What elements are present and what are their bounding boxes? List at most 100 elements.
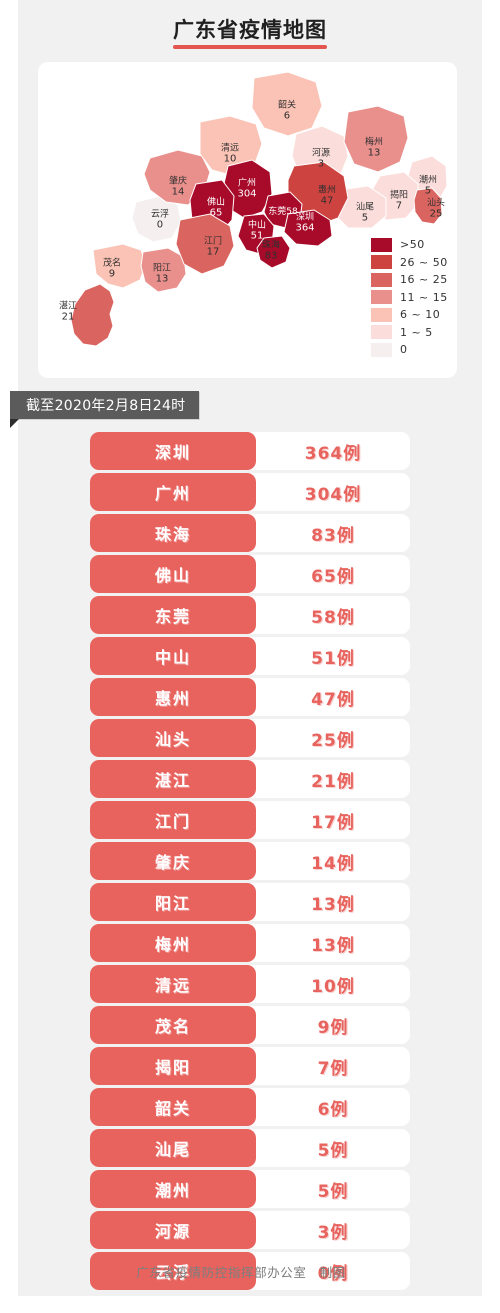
table-row-city: 清远 [90,965,256,1003]
table-row-city: 珠海 [90,514,256,552]
case-count: 13例 [311,894,355,915]
title-underline [173,45,327,49]
city-name: 广州 [154,484,191,503]
table-row[interactable]: 茂名 9例 [90,1006,410,1044]
legend-swatch [371,237,392,252]
city-name: 深圳 [154,443,191,462]
case-count: 58例 [311,607,355,628]
table-row[interactable]: 惠州 47例 [90,678,410,716]
table-row-count: 5例 [256,1129,410,1167]
map-card: 韶关 6 清远 10 河源 3 梅州 13 肇庆 14 云浮 0 广州 304 … [38,62,457,378]
case-count: 14例 [311,853,355,874]
legend-item: 11 ~ 15 [371,289,457,307]
region-meizhou [343,105,409,173]
legend-label: 1 ~ 5 [400,325,433,339]
table-row-count: 13例 [256,883,410,921]
date-banner: 截至2020年2月8日24时 [10,391,200,419]
table-row[interactable]: 汕尾 5例 [90,1129,410,1167]
city-name: 惠州 [154,689,191,708]
legend-swatch [371,325,392,340]
table-row[interactable]: 韶关 6例 [90,1088,410,1126]
table-row[interactable]: 揭阳 7例 [90,1047,410,1085]
case-count: 51例 [311,648,355,669]
table-row[interactable]: 清远 10例 [90,965,410,1003]
table-row-count: 25例 [256,719,410,757]
table-row-count: 10例 [256,965,410,1003]
table-row-city: 肇庆 [90,842,256,880]
city-name: 茂名 [154,1017,191,1036]
city-name: 韶关 [154,1099,191,1118]
table-row-city: 佛山 [90,555,256,593]
table-row[interactable]: 江门 17例 [90,801,410,839]
table-row[interactable]: 肇庆 14例 [90,842,410,880]
table-row-count: 9例 [256,1006,410,1044]
table-row-city: 中山 [90,637,256,675]
table-row[interactable]: 佛山 65例 [90,555,410,593]
table-row[interactable]: 深圳 364例 [90,432,410,470]
table-row[interactable]: 汕头 25例 [90,719,410,757]
legend-label: 11 ~ 15 [400,290,448,304]
table-row-city: 东莞 [90,596,256,634]
legend-label: 26 ~ 50 [400,255,448,269]
legend-item: 0 [371,341,457,359]
table-row-count: 17例 [256,801,410,839]
table-row[interactable]: 阳江 13例 [90,883,410,921]
table-row-city: 江门 [90,801,256,839]
table-row-city: 惠州 [90,678,256,716]
case-count: 47例 [311,689,355,710]
table-row-city: 河源 [90,1211,256,1249]
table-row-count: 83例 [256,514,410,552]
table-row-count: 21例 [256,760,410,798]
footer: 广东省疫情防控指挥部办公室 制图 [18,1262,482,1282]
table-row[interactable]: 梅州 13例 [90,924,410,962]
table-row-count: 14例 [256,842,410,880]
table-row-count: 304例 [256,473,410,511]
table-row-city: 深圳 [90,432,256,470]
guangdong-map[interactable]: 韶关 6 清远 10 河源 3 梅州 13 肇庆 14 云浮 0 广州 304 … [38,62,457,378]
table-row[interactable]: 珠海 83例 [90,514,410,552]
city-name: 河源 [154,1222,191,1241]
city-name: 汕尾 [154,1140,191,1159]
legend-item: >50 [371,236,457,254]
case-count: 5例 [317,1140,349,1161]
region-zhanjiang [70,283,115,347]
case-count: 25例 [311,730,355,751]
legend-label: 16 ~ 25 [400,273,448,287]
legend-item: 26 ~ 50 [371,254,457,272]
table-row-city: 梅州 [90,924,256,962]
legend-item: 16 ~ 25 [371,271,457,289]
table-row-count: 58例 [256,596,410,634]
date-banner-text: 截至2020年2月8日24时 [26,398,186,414]
city-name: 江门 [154,812,191,831]
legend-item: 6 ~ 10 [371,306,457,324]
table-row[interactable]: 广州 304例 [90,473,410,511]
city-name: 湛江 [154,771,191,790]
table-row-city: 汕头 [90,719,256,757]
table-row[interactable]: 河源 3例 [90,1211,410,1249]
case-count: 7例 [317,1058,349,1079]
table-row-count: 13例 [256,924,410,962]
table-row[interactable]: 东莞 58例 [90,596,410,634]
table-row-count: 51例 [256,637,410,675]
table-row[interactable]: 湛江 21例 [90,760,410,798]
table-row-count: 47例 [256,678,410,716]
table-row-count: 7例 [256,1047,410,1085]
case-count: 5例 [317,1181,349,1202]
case-count: 3例 [317,1222,349,1243]
city-name: 揭阳 [154,1058,191,1077]
page-title-text: 广东省疫情地图 [173,18,327,42]
table-row-city: 韶关 [90,1088,256,1126]
case-count: 65例 [311,566,355,587]
table-row[interactable]: 潮州 5例 [90,1170,410,1208]
case-count: 6例 [317,1099,349,1120]
table-row[interactable]: 中山 51例 [90,637,410,675]
legend-swatch [371,290,392,305]
legend-swatch [371,307,392,322]
city-name: 中山 [154,648,191,667]
table-row-city: 汕尾 [90,1129,256,1167]
legend-swatch [371,272,392,287]
case-count: 9例 [317,1017,349,1038]
table-row-city: 揭阳 [90,1047,256,1085]
legend-label: 0 [400,343,408,357]
city-name: 阳江 [154,894,191,913]
